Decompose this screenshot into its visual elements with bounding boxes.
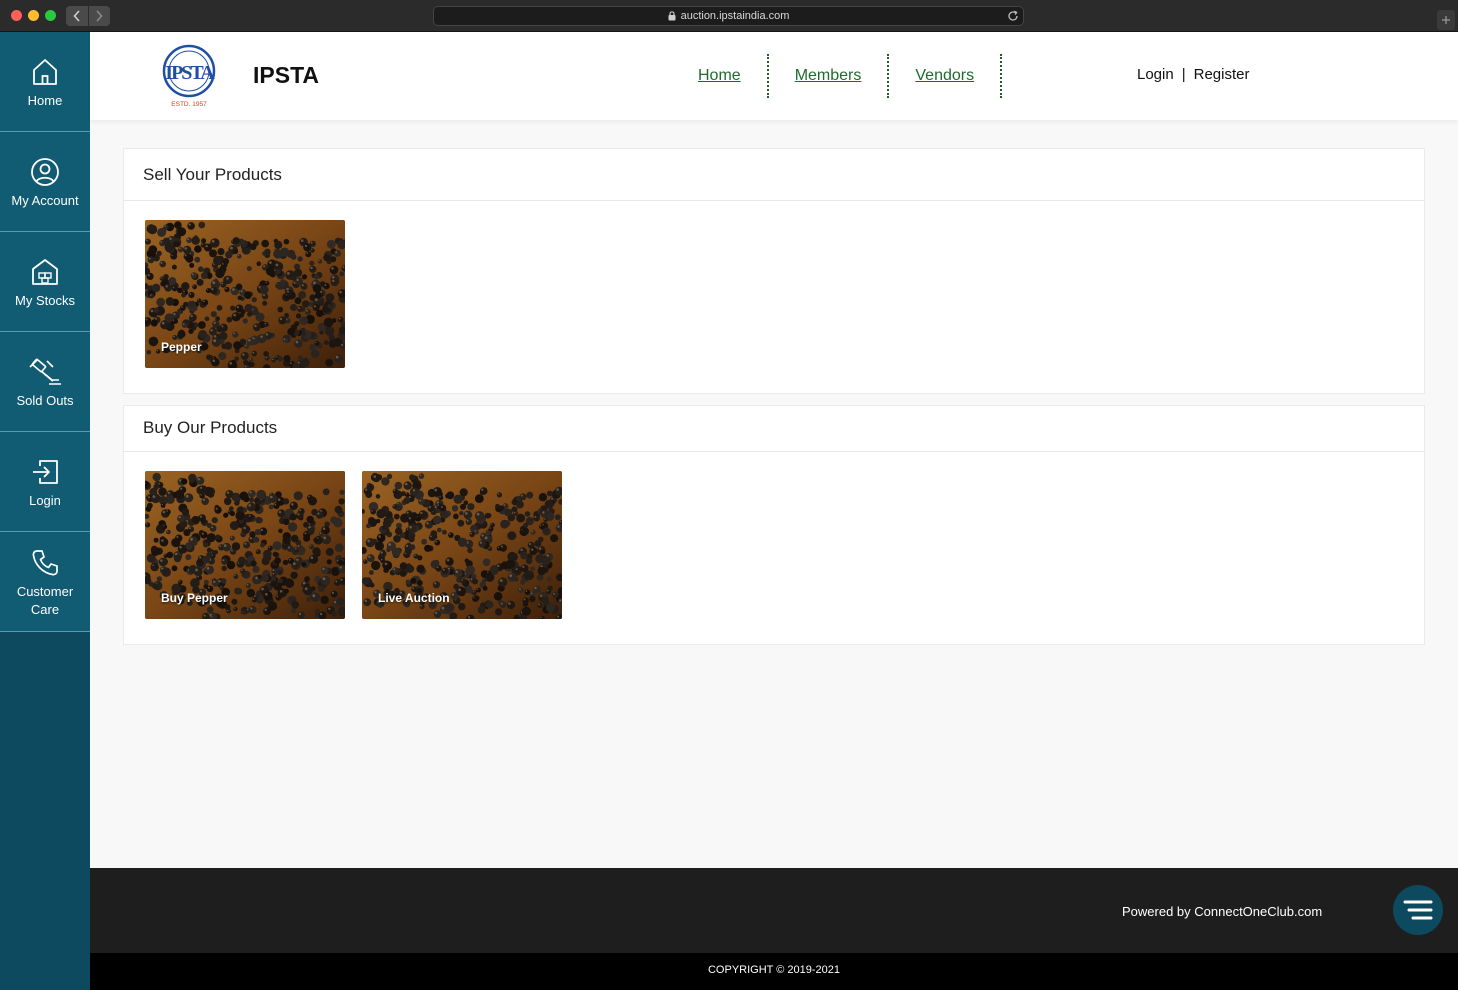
site-header: IPSTA ESTD. 1957 IPSTA Home Members Vend… [90, 32, 1458, 120]
svg-text:ESTD. 1957: ESTD. 1957 [171, 101, 207, 108]
login-icon [30, 454, 60, 490]
buy-tiles: Buy Pepper Live Auction [124, 452, 1424, 645]
auth-links: Login | Register [1137, 66, 1249, 83]
warehouse-icon [30, 254, 60, 290]
browser-nav-buttons [66, 6, 110, 26]
tile-live-auction[interactable]: Live Auction [362, 471, 562, 619]
maximize-window-button[interactable] [45, 10, 56, 21]
site-brand: IPSTA [253, 62, 320, 88]
header-login-link[interactable]: Login [1137, 66, 1174, 83]
browser-chrome: auction.ipstaindia.com [0, 0, 1458, 32]
sidebar-item-customer-care[interactable]: Customer Care [0, 532, 90, 632]
url-text: auction.ipstaindia.com [680, 10, 790, 22]
lock-icon [668, 11, 676, 21]
menu-fab-button[interactable] [1393, 885, 1443, 935]
sidebar-item-login[interactable]: Login [0, 432, 90, 532]
nav-vendors-link[interactable]: Vendors [889, 54, 1003, 98]
auth-separator: | [1181, 66, 1186, 83]
copyright-bar: COPYRIGHT © 2019-2021 [90, 953, 1458, 990]
powered-by-text[interactable]: Powered by ConnectOneClub.com [1122, 904, 1322, 919]
sidebar-item-label: Customer Care [16, 583, 74, 617]
sidebar-item-home[interactable]: Home [0, 32, 90, 132]
user-circle-icon [30, 154, 60, 190]
sidebar-item-label: Sold Outs [16, 392, 74, 408]
home-icon [31, 54, 59, 90]
sidebar: Home My Account My Stocks Sold Outs Logi… [0, 32, 90, 990]
back-button[interactable] [66, 6, 88, 26]
sell-tiles: Pepper [124, 201, 1424, 394]
menu-lines-icon [1403, 900, 1433, 920]
ipsta-logo[interactable]: IPSTA ESTD. 1957 [162, 44, 217, 108]
chevron-right-icon [96, 10, 103, 22]
sidebar-item-label: My Account [11, 192, 79, 208]
new-tab-button[interactable] [1437, 10, 1455, 30]
address-bar[interactable]: auction.ipstaindia.com [433, 6, 1024, 26]
tile-pepper[interactable]: Pepper [145, 220, 345, 368]
tile-buy-pepper[interactable]: Buy Pepper [145, 471, 345, 619]
sell-products-title: Sell Your Products [124, 149, 1424, 201]
forward-button[interactable] [87, 6, 111, 26]
top-navigation: Home Members Vendors [688, 54, 1003, 98]
sidebar-item-my-account[interactable]: My Account [0, 132, 90, 232]
nav-members-link[interactable]: Members [769, 54, 890, 98]
tile-label: Buy Pepper [161, 591, 228, 605]
svg-text:IPSTA: IPSTA [165, 62, 215, 84]
header-register-link[interactable]: Register [1194, 66, 1250, 83]
buy-products-card: Buy Our Products Buy Pepper Live Auction [123, 405, 1425, 645]
plus-icon [1442, 16, 1450, 24]
tile-label: Live Auction [378, 591, 450, 605]
auction-hammer-icon [27, 354, 63, 390]
sidebar-item-my-stocks[interactable]: My Stocks [0, 232, 90, 332]
phone-icon [30, 545, 60, 581]
sidebar-item-label: My Stocks [15, 292, 75, 308]
buy-products-title: Buy Our Products [124, 406, 1424, 452]
sidebar-item-sold-outs[interactable]: Sold Outs [0, 332, 90, 432]
close-window-button[interactable] [11, 10, 22, 21]
minimize-window-button[interactable] [28, 10, 39, 21]
sidebar-item-label: Home [27, 92, 63, 108]
sell-products-card: Sell Your Products Pepper [123, 148, 1425, 394]
tile-label: Pepper [161, 340, 202, 354]
chevron-left-icon [73, 10, 80, 22]
reload-icon[interactable] [1007, 10, 1019, 22]
sidebar-item-label: Login [29, 492, 61, 508]
nav-home-link[interactable]: Home [688, 54, 769, 98]
site-footer: Powered by ConnectOneClub.com [90, 868, 1458, 953]
